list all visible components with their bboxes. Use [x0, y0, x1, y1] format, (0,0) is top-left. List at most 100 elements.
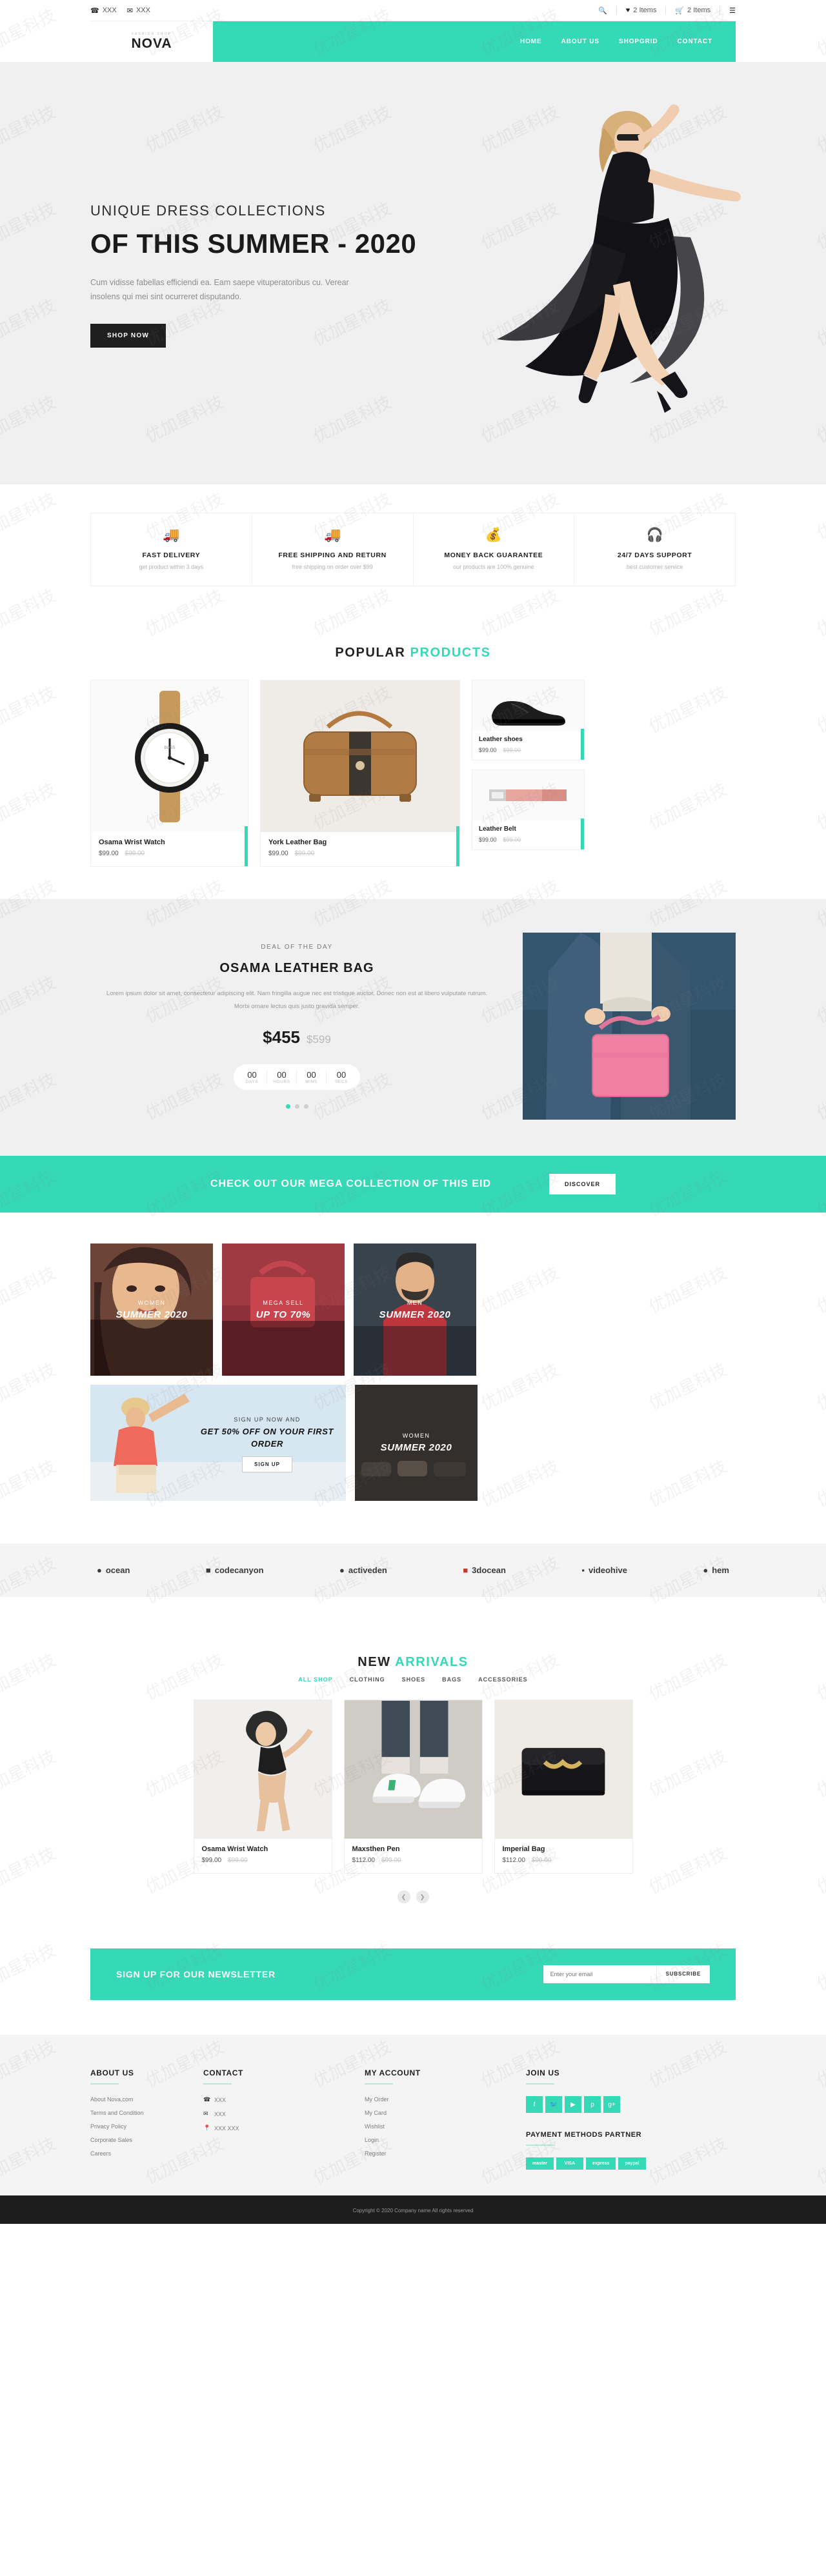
arrival-card[interactable]: Imperial Bag $112.00 $99.00 — [494, 1699, 633, 1874]
popular-products-section: POPULAR PRODUCTS BOSS Osama Wrist Watch … — [0, 617, 826, 899]
signup-button[interactable]: SIGN UP — [242, 1456, 292, 1472]
footer-link[interactable]: Register — [365, 2150, 526, 2157]
carousel-dot-1[interactable] — [285, 1104, 290, 1109]
footer-link[interactable]: About Nova.com — [90, 2096, 203, 2103]
category-tile-signup[interactable]: SIGN UP NOW AND GET 50% OFF ON YOUR FIRS… — [90, 1385, 346, 1501]
circle-icon: ● — [339, 1565, 345, 1575]
category-tile-women[interactable]: WOMEN SUMMER 2020 — [90, 1243, 213, 1376]
subscribe-button[interactable]: SUBSCRIBE — [656, 1965, 710, 1983]
facebook-icon[interactable]: f — [526, 2096, 543, 2113]
product-card[interactable]: Leather shoes $99.00 $99.00 — [472, 680, 585, 760]
logo[interactable]: FASHION SHOP NOVA — [90, 21, 213, 62]
hamburger-icon[interactable]: ☰ — [729, 6, 736, 15]
cart-link[interactable]: 🛒 2 Items — [675, 6, 710, 15]
search-icon[interactable]: 🔍 — [598, 6, 607, 15]
footer-link[interactable]: Login — [365, 2137, 526, 2143]
discover-button[interactable]: DISCOVER — [549, 1174, 616, 1194]
shop-now-button[interactable]: SHOP NOW — [90, 323, 166, 348]
product-image-leather-duffle-bag — [261, 680, 459, 832]
accent-bar — [581, 818, 584, 849]
brand-name: 3docean — [472, 1565, 506, 1575]
countdown-label: DAYS — [245, 1079, 259, 1084]
nav-item-home[interactable]: HOME — [520, 38, 542, 45]
divider — [526, 2083, 554, 2085]
newsletter-email-input[interactable] — [543, 1965, 656, 1983]
tile-subtitle: MEGA SELL — [263, 1299, 304, 1306]
footer-link[interactable]: Privacy Policy — [90, 2123, 203, 2130]
footer-link[interactable]: Corporate Sales — [90, 2137, 203, 2143]
topbar-phone[interactable]: ☎ XXX — [90, 6, 117, 15]
footer-link[interactable]: My Order — [365, 2096, 526, 2103]
tab-shoes[interactable]: SHOES — [402, 1676, 426, 1683]
brand-name: ocean — [105, 1565, 130, 1575]
category-tile-women-shoes[interactable]: WOMEN SUMMER 2020 — [355, 1385, 478, 1501]
arrival-card[interactable]: Maxsthen Pen $112.00 $99.00 — [343, 1699, 483, 1874]
footer-link[interactable]: My Card — [365, 2110, 526, 2116]
carousel-dot-2[interactable] — [294, 1104, 299, 1109]
tab-all-shop[interactable]: ALL SHOP — [298, 1676, 332, 1683]
brand-logo[interactable]: ■ codecanyon — [206, 1565, 264, 1575]
google-plus-icon[interactable]: g+ — [603, 2096, 620, 2113]
topbar: ☎ XXX ✉ XXX 🔍 ♥ 2 Items 🛒 2 Items ☰ — [0, 0, 826, 21]
tab-bags[interactable]: BAGS — [442, 1676, 461, 1683]
topbar-email-text: XXX — [136, 6, 150, 14]
footer-contact-email[interactable]: ✉ XXX — [203, 2110, 365, 2117]
category-tile-men[interactable]: MEN SUMMER 2020 — [354, 1243, 476, 1376]
footer-heading: JOIN US — [526, 2068, 560, 2077]
brand-logo[interactable]: ■ 3docean — [463, 1565, 506, 1575]
feature-title: 24/7 DAYS SUPPORT — [617, 551, 692, 559]
tile-subtitle: WOMEN — [137, 1299, 166, 1306]
tab-clothing[interactable]: CLOTHING — [350, 1676, 385, 1683]
arrivals-title-a: NEW — [358, 1655, 396, 1669]
brand-name: videohive — [588, 1565, 627, 1575]
carousel-dot-3[interactable] — [303, 1104, 308, 1109]
accent-bar — [245, 826, 248, 866]
product-card[interactable]: BOSS Osama Wrist Watch $99.00 $99.00 — [90, 680, 248, 867]
chevron-right-icon[interactable]: ❯ — [416, 1890, 429, 1903]
nav-item-shopgrid[interactable]: SHOPGRID — [619, 38, 658, 45]
divider — [90, 2083, 119, 2085]
brand-logo[interactable]: ● activeden — [339, 1565, 387, 1575]
countdown-label: SECS — [334, 1079, 348, 1084]
heart-icon: ♥ — [625, 6, 630, 14]
footer-link[interactable]: Careers — [90, 2150, 203, 2157]
arrival-old-price: $99.00 — [228, 1857, 248, 1864]
product-image-black-dress-shoes — [472, 680, 584, 731]
product-price: $99.00 — [99, 850, 119, 857]
payment-visa: VISA — [556, 2157, 583, 2170]
tile-title: UP TO 70% — [256, 1309, 311, 1320]
product-card[interactable]: York Leather Bag $99.00 $99.00 — [260, 680, 460, 867]
hero-kicker: UNIQUE DRESS COLLECTIONS — [90, 203, 326, 219]
brand-logo[interactable]: ● ocean — [97, 1565, 130, 1575]
wishlist-link[interactable]: ♥ 2 Items — [626, 6, 657, 14]
footer-link[interactable]: Wishlist — [365, 2123, 526, 2130]
payment-master: master — [526, 2157, 554, 2170]
arrivals-title-b: ARRIVALS — [395, 1655, 468, 1669]
pinterest-icon[interactable]: p — [584, 2096, 601, 2113]
nav-item-about-us[interactable]: ABOUT US — [561, 38, 599, 45]
product-card[interactable]: Leather Belt $99.00 $99.00 — [472, 769, 585, 850]
arrival-image-black-chain-clutch — [494, 1700, 632, 1839]
payment-paypal: paypal — [618, 2157, 646, 2170]
section-heading: POPULAR PRODUCTS — [90, 617, 736, 680]
brand-logo[interactable]: ● hem — [703, 1565, 729, 1575]
youtube-icon[interactable]: ▶ — [565, 2096, 581, 2113]
chevron-left-icon[interactable]: ❮ — [397, 1890, 410, 1903]
topbar-email[interactable]: ✉ XXX — [127, 6, 150, 15]
deal-description: Lorem ipsum dolor sit amet, consectetur … — [106, 990, 488, 1010]
twitter-icon[interactable]: 🐦 — [545, 2096, 562, 2113]
deal-of-the-day-section: DEAL OF THE DAY OSAMA LEATHER BAG Lorem … — [0, 899, 826, 1156]
brand-logo[interactable]: ▪ videohive — [581, 1565, 627, 1575]
hero-model-image — [400, 88, 813, 475]
footer-link[interactable]: Terms and Condition — [90, 2110, 203, 2116]
square-icon: ■ — [205, 1565, 211, 1575]
countdown-value: 00 — [277, 1069, 287, 1080]
footer-contact-address[interactable]: 📍 XXX XXX — [203, 2125, 365, 2132]
divider — [203, 2083, 232, 2085]
tab-accessories[interactable]: ACCESSORIES — [478, 1676, 528, 1683]
arrival-card[interactable]: Osama Wrist Watch $99.00 $99.00 — [193, 1699, 332, 1874]
nav-item-contact[interactable]: CONTACT — [678, 38, 712, 45]
category-tile-mega-sell[interactable]: MEGA SELL UP TO 70% — [222, 1243, 345, 1376]
footer-contact-phone[interactable]: ☎ XXX — [203, 2096, 365, 2103]
carousel-dots — [103, 1104, 490, 1109]
